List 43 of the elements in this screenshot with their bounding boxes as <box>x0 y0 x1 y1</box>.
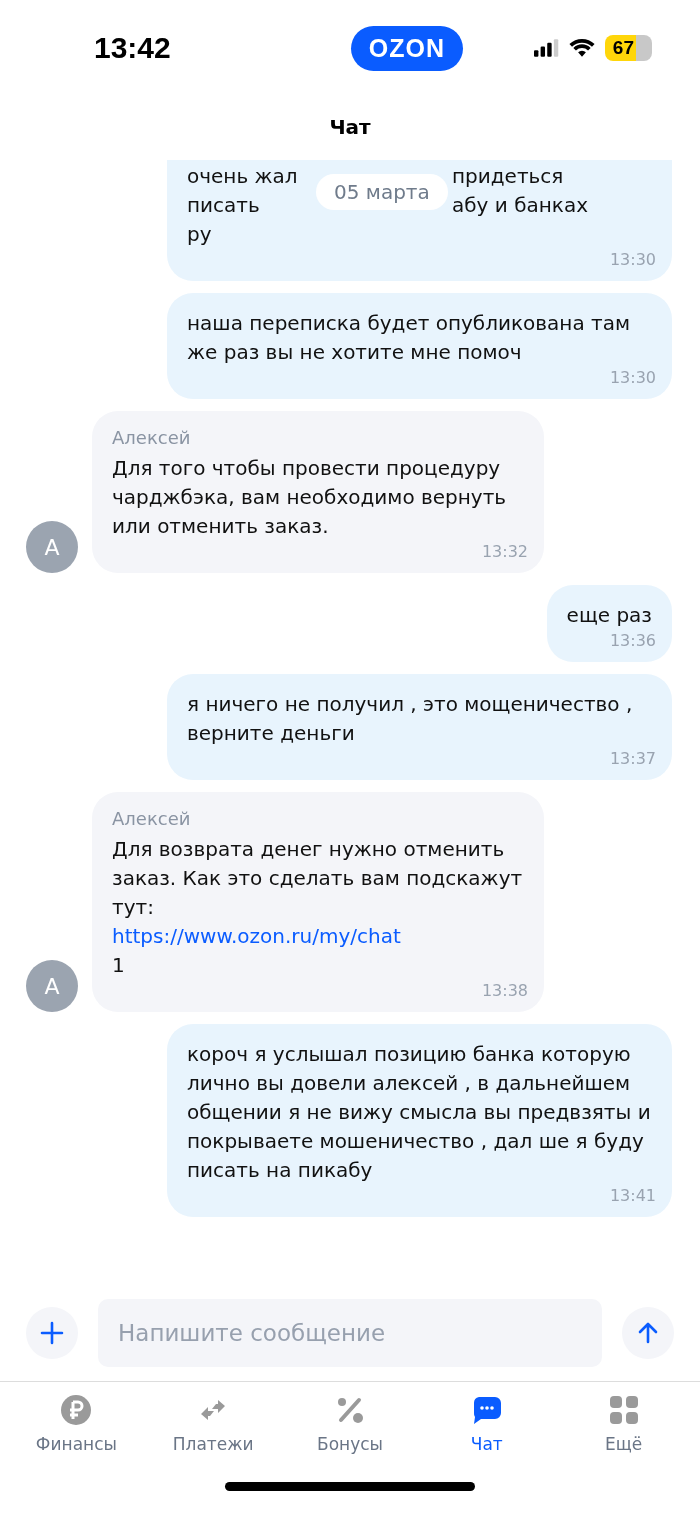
signal-icon <box>533 39 559 57</box>
screen-title: Чат <box>329 115 371 139</box>
message-text: абу и банках <box>452 192 588 219</box>
message-time: 13:30 <box>608 369 656 387</box>
tab-bar-item[interactable]: Бонусы <box>290 1382 410 1472</box>
message-text: придеться <box>452 163 564 190</box>
message-text: Для того чтобы провести процедуру чарджбэка, вам необходимо вернуть или отменить заказ. <box>112 455 508 540</box>
date-label: 05 марта <box>316 174 448 210</box>
message-text: короч я услышал позицию банка которую лично вы довели алексей , в дальнейшем общении я не вижу смысла вы предвзяты и покрываете мошеничество , дал ше я буду писать на пикабу <box>187 1041 652 1184</box>
wifi-icon <box>568 38 595 58</box>
message-text: писать <box>187 192 260 219</box>
author-name: Алексей <box>112 427 192 448</box>
message-text: ру <box>187 221 212 248</box>
attach-button[interactable] <box>26 1307 78 1359</box>
message-text: наша переписка будет опубликована там же раз вы не хотите мне помоч <box>187 310 631 366</box>
tab-bar-item[interactable]: Ещё <box>563 1382 684 1472</box>
avatar: А <box>26 521 78 573</box>
message-text: 1 <box>112 952 126 979</box>
avatar: А <box>26 960 78 1012</box>
status-time: 13:42 <box>94 31 172 65</box>
tab-bar-item[interactable]: Платежи <box>153 1382 274 1472</box>
message-time: 13:41 <box>608 1187 656 1205</box>
battery-indicator: 67 <box>604 35 652 61</box>
message-input[interactable]: Напишите сообщение <box>98 1299 602 1367</box>
ruble-icon <box>60 1394 93 1426</box>
grid-icon <box>607 1394 640 1426</box>
message-text: еще раз <box>566 602 652 629</box>
app-logo: OZON <box>350 25 464 71</box>
message-time: 13:36 <box>608 632 656 650</box>
message-text: я ничего не получил , это мощеничество , верните деньги <box>187 691 634 747</box>
author-name: Алексей <box>112 808 192 829</box>
arrow-up-icon <box>636 1321 660 1345</box>
message-time: 13:30 <box>608 251 656 269</box>
message-time: 13:38 <box>480 982 528 1000</box>
tab-bar-item[interactable]: Чат <box>426 1382 547 1472</box>
plus-icon <box>40 1321 64 1345</box>
message-time: 13:37 <box>608 750 656 768</box>
send-button[interactable] <box>622 1307 674 1359</box>
message-text: очень жал <box>187 163 298 190</box>
message-time: 13:32 <box>480 543 528 561</box>
tab-bar-item[interactable]: Финансы <box>16 1382 137 1472</box>
message-link[interactable]: https://www.ozon.ru/my/chat <box>112 922 401 951</box>
message-text: Для возврата денег нужно отменить заказ. Как это сделать вам подскажут тут: <box>112 836 524 921</box>
